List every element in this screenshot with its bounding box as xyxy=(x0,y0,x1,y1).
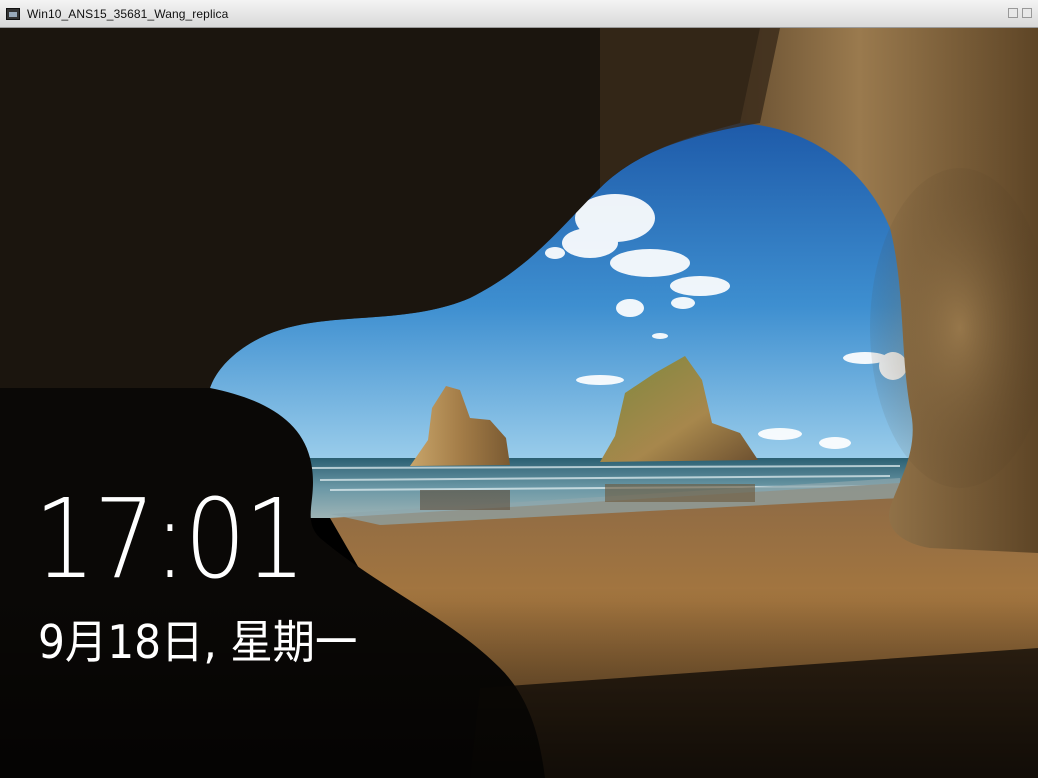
window-title: Win10_ANS15_35681_Wang_replica xyxy=(27,6,229,21)
restore-button[interactable] xyxy=(1008,8,1018,18)
vm-window-icon xyxy=(6,7,20,20)
lockscreen-time: 17:01 xyxy=(34,475,306,603)
fullscreen-button[interactable] xyxy=(1022,8,1032,18)
window-titlebar[interactable]: Win10_ANS15_35681_Wang_replica xyxy=(0,0,1038,28)
window-controls xyxy=(1008,8,1032,18)
lockscreen-date: 9月18日, 星期一 xyxy=(38,615,358,669)
lock-screen[interactable]: 17:01 9月18日, 星期一 xyxy=(0,28,1038,778)
